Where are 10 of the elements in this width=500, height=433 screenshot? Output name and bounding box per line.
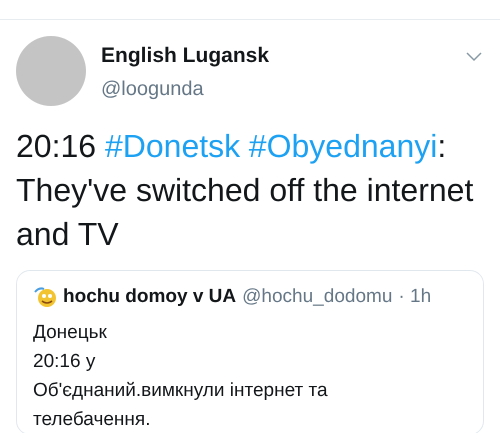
quoted-tweet-text: Донецьк 20:16 у Об'єднаний.вимкнули інтернет та телебачення. bbox=[33, 320, 329, 432]
tweet-text: 20:16 #Donetsk #Obyednanyi: They've switched off the internet and TV bbox=[15, 127, 474, 254]
chevron-down-icon[interactable] bbox=[466, 52, 482, 62]
smiley-face-icon bbox=[33, 286, 57, 308]
author-name[interactable]: English Lugansk bbox=[101, 41, 270, 71]
author-handle: @loogunda bbox=[101, 77, 205, 102]
quoted-time: · 1h bbox=[398, 285, 432, 309]
quoted-author-handle: @hochu_dodomu bbox=[242, 285, 392, 309]
quoted-author-name[interactable]: hochu domoy v UA bbox=[63, 283, 236, 312]
quoted-tweet-card[interactable]: hochu domoy v UA @hochu_dodomu · 1h Донецьк 20:16 у Об'єднаний.вимкнули інтернет та телебачення. bbox=[16, 270, 484, 433]
